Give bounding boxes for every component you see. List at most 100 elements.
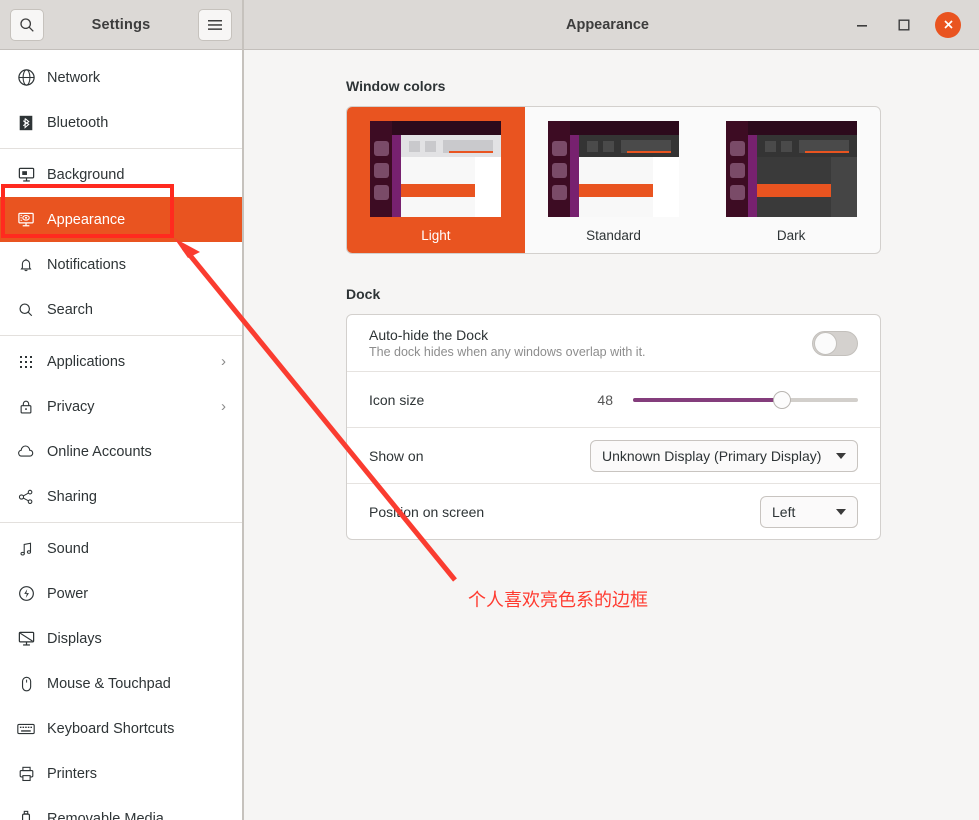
sidebar-item-keyboard-shortcuts[interactable]: Keyboard Shortcuts [0,706,242,751]
chevron-down-icon [836,508,846,515]
displays-icon [14,628,38,650]
monitor-icon [14,164,38,186]
sidebar-item-label: Search [47,301,93,318]
sidebar-item-sound[interactable]: Sound [0,526,242,571]
sidebar-item-background[interactable]: Background [0,152,242,197]
dock-heading: Dock [346,286,381,302]
power-icon [14,583,38,605]
appearance-content: Window colors Light Standard Dark Dock A… [244,50,979,820]
chevron-right-icon: › [221,398,226,415]
grid-dots-icon [14,351,38,373]
theme-label: Standard [586,228,641,243]
position-value: Left [772,503,796,520]
auto-hide-description: The dock hides when any windows overlap … [369,345,646,359]
row-show-on: Show on Unknown Display (Primary Display… [347,427,880,483]
share-nodes-icon [14,486,38,508]
globe-icon [14,67,38,89]
auto-hide-toggle[interactable] [812,330,858,356]
magnifier-icon [14,299,38,321]
sidebar-item-label: Keyboard Shortcuts [47,720,175,737]
row-position-on-screen: Position on screen Left [347,483,880,539]
sidebar-item-sharing[interactable]: Sharing [0,474,242,519]
sidebar-list: Network Bluetooth Background Appearance … [0,50,242,820]
theme-preview-light [370,121,502,217]
settings-window: Settings Network Bluetooth Background Ap… [0,0,979,820]
music-note-icon [14,538,38,560]
theme-label: Dark [776,228,806,243]
icon-size-slider[interactable] [633,389,858,411]
sidebar-item-label: Displays [47,630,102,647]
chevron-down-icon [836,452,846,459]
close-icon [943,20,953,29]
auto-hide-label: Auto-hide the Dock [369,327,489,343]
position-label: Position on screen [369,503,485,520]
sidebar-item-bluetooth[interactable]: Bluetooth [0,100,242,145]
show-on-dropdown[interactable]: Unknown Display (Primary Display) [590,439,858,472]
sidebar-item-label: Power [47,585,89,602]
mouse-icon [14,673,38,695]
window-titlebar: Appearance [244,0,979,50]
window-title: Appearance [565,16,649,33]
icon-size-label: Icon size [369,391,425,408]
slider-fill [633,397,782,402]
sidebar-divider [0,522,242,523]
dock-settings-list: Auto-hide the Dock The dock hides when a… [346,314,881,540]
sidebar-item-appearance[interactable]: Appearance [0,197,242,242]
slider-handle[interactable] [772,390,791,409]
sidebar-item-power[interactable]: Power [0,571,242,616]
position-dropdown[interactable]: Left [760,495,858,528]
printer-icon [14,763,38,785]
sidebar-item-privacy[interactable]: Privacy › [0,384,242,429]
hamburger-menu-icon [208,19,222,30]
sidebar-item-removable-media[interactable]: Removable Media [0,796,242,820]
sidebar-item-label: Applications [47,353,126,370]
window-controls [851,11,967,38]
sidebar-item-label: Privacy [47,398,95,415]
show-on-label: Show on [369,447,424,464]
maximize-icon [898,19,910,31]
maximize-button[interactable] [893,14,915,36]
sidebar-item-label: Printers [47,765,97,782]
theme-option-standard[interactable]: Standard [525,107,703,253]
theme-option-light[interactable]: Light [347,107,525,253]
window-colors-heading: Window colors [346,78,446,94]
sidebar-item-applications[interactable]: Applications › [0,339,242,384]
theme-preview-standard [548,121,679,217]
sidebar-item-label: Sound [47,540,89,557]
sidebar-item-online-accounts[interactable]: Online Accounts [0,429,242,474]
keyboard-icon [14,718,38,740]
cloud-icon [14,441,38,463]
sidebar-item-label: Mouse & Touchpad [47,675,171,692]
settings-title: Settings [91,16,151,33]
minimize-icon [857,24,867,27]
sidebar-item-notifications[interactable]: Notifications [0,242,242,287]
chevron-right-icon: › [221,353,226,370]
usb-drive-icon [14,808,38,820]
sidebar-item-mouse-touchpad[interactable]: Mouse & Touchpad [0,661,242,706]
sidebar-item-search[interactable]: Search [0,287,242,332]
sidebar-item-label: Appearance [47,211,126,228]
lock-icon [14,396,38,418]
sidebar-item-label: Bluetooth [47,114,109,131]
sidebar-item-displays[interactable]: Displays [0,616,242,661]
sidebar-item-label: Notifications [47,256,126,273]
main-pane: Appearance Window colors Light Standard … [243,0,979,820]
row-icon-size: Icon size 48 [347,371,880,427]
minimize-button[interactable] [851,14,873,36]
icon-size-value: 48 [597,391,613,408]
annotation-text: 个人喜欢亮色系的边框 [468,590,648,611]
sidebar-item-printers[interactable]: Printers [0,751,242,796]
sidebar-divider [0,148,242,149]
menu-button[interactable] [198,8,232,41]
theme-preview-dark [725,121,857,217]
theme-option-dark[interactable]: Dark [702,107,880,253]
bluetooth-icon [14,112,38,134]
search-icon [20,17,34,32]
sidebar-item-network[interactable]: Network [0,55,242,100]
appearance-icon [14,209,38,231]
close-button[interactable] [935,11,961,38]
sidebar-item-label: Background [47,166,125,183]
bell-icon [14,254,38,276]
search-button[interactable] [10,8,44,41]
show-on-value: Unknown Display (Primary Display) [602,447,822,464]
